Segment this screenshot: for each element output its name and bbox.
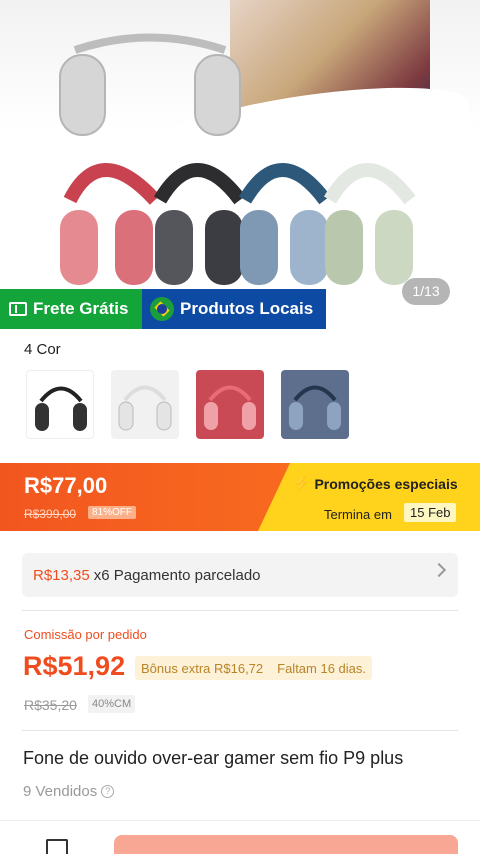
bonus-box: Bônus extra R$16,72 Faltam 16 dias. [135,656,373,680]
black-headphones-thumb [35,386,87,431]
white-headphones-thumb [118,385,172,431]
local-products-badge: Produtos Locais [142,289,326,329]
divider [22,730,458,731]
sold-count: 9 Vendidos ? [23,783,115,800]
installment-price: R$13,35 [33,566,90,584]
brazil-flag-icon [150,297,174,321]
truck-icon [9,302,27,316]
local-products-label: Produtos Locais [180,299,314,318]
store-icon[interactable] [46,839,68,854]
shipping-badges: Frete Grátis Produtos Locais [0,289,326,329]
headphones-colors-image [60,163,416,285]
days-left-text: Faltam 16 dias. [277,660,367,676]
promo-title-text: Promoções especiais [314,475,458,492]
commission-rate-badge: 40%CM [88,695,136,713]
sold-text: 9 Vendidos [23,783,98,800]
discount-badge: 81%OFF [88,506,137,519]
chevron-right-icon [431,562,447,578]
question-icon[interactable]: ? [101,785,115,798]
buy-button[interactable] [114,835,458,854]
current-price: R$77,00 [24,473,108,498]
red-headphones-thumb [204,385,256,430]
color-swatch-red[interactable] [196,370,264,439]
color-count-label: 4 Cor [24,341,61,358]
divider [22,610,458,611]
free-shipping-badge: Frete Grátis [0,289,142,329]
free-shipping-label: Frete Grátis [33,299,129,318]
commission-old-amount: R$35,20 [24,697,77,713]
product-title: Fone de ouvido over-ear gamer sem fio P9… [23,748,404,768]
price-banner: R$77,00 R$399,00 81%OFF ⚡ Promoções espe… [0,463,480,531]
color-swatch-blue[interactable] [281,370,349,439]
bonus-text: Bônus extra R$16,72 [141,660,264,676]
color-swatches [26,370,349,439]
color-swatch-white[interactable] [111,370,179,439]
installments-row[interactable]: R$13,35 x6 Pagamento parcelado [22,553,458,597]
commission-amount: R$51,92 [23,651,126,681]
ends-label: Termina em [324,507,392,522]
image-counter: 1/13 [402,278,450,305]
product-image-carousel[interactable]: 1/13 Frete Grátis Produtos Locais [0,0,480,330]
color-swatch-black[interactable] [26,370,94,439]
installment-text: x6 Pagamento parcelado [93,566,261,584]
commission-label: Comissão por pedido [24,627,147,642]
blue-headphones-thumb [289,385,341,430]
silver-headphones-image [59,33,241,136]
bottom-action-bar [0,820,480,854]
ends-date: 15 Feb [404,503,457,522]
promo-title: ⚡ Promoções especiais [293,475,458,492]
original-price: R$399,00 [24,507,77,521]
lightning-icon: ⚡ [293,475,311,491]
